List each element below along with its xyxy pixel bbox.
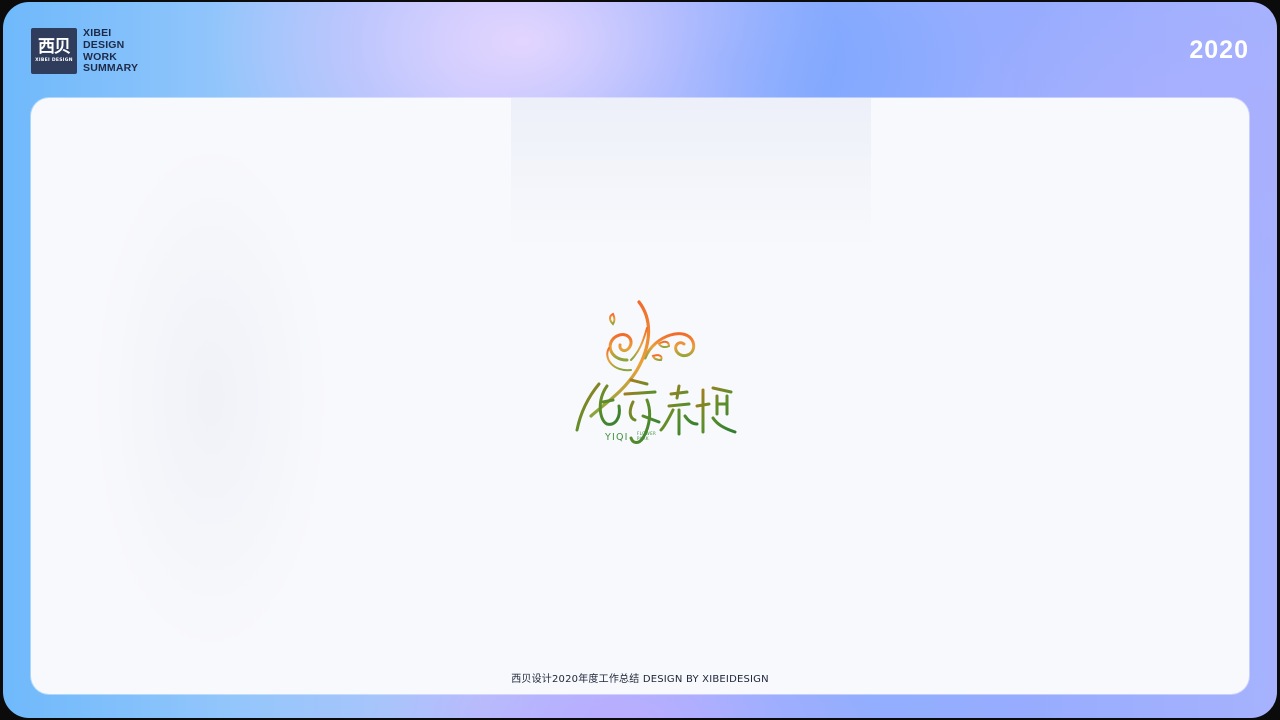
slide-frame: 西贝 XIBEI DESIGN XIBEI DESIGN WORK SUMMAR… [3,2,1277,718]
brand-title: XIBEI DESIGN WORK SUMMARY [83,27,139,75]
char-3 [659,384,699,436]
leaf-1 [609,312,616,326]
char-4 [695,386,737,434]
logo-subtitle: XIBEI DESIGN [35,58,73,63]
logo-latin-name: YIQI [604,432,629,443]
flower-park-logo-art: YIQI FLOWER PARK [575,300,737,444]
swirl-left [608,333,633,362]
footer-caption: 西贝设计2020年度工作总结 DESIGN BY XIBEIDESIGN [511,674,769,685]
leaf-2 [657,340,671,349]
content-card: YIQI FLOWER PARK 西贝设计2020年度工作总结 DESIGN B… [31,98,1249,694]
leaf-3 [651,354,663,362]
year-label: 2020 [1189,36,1249,64]
char-1 [575,382,621,432]
logo-glyph: 西贝 [38,37,71,57]
brand-logo: 西贝 XIBEI DESIGN [31,28,77,74]
logo-sub-line-2: PARK [637,436,649,441]
flower-park-logo: YIQI FLOWER PARK [547,298,747,458]
brand-line-4: SUMMARY [83,62,139,75]
brand-line-2: DESIGN [83,38,125,51]
